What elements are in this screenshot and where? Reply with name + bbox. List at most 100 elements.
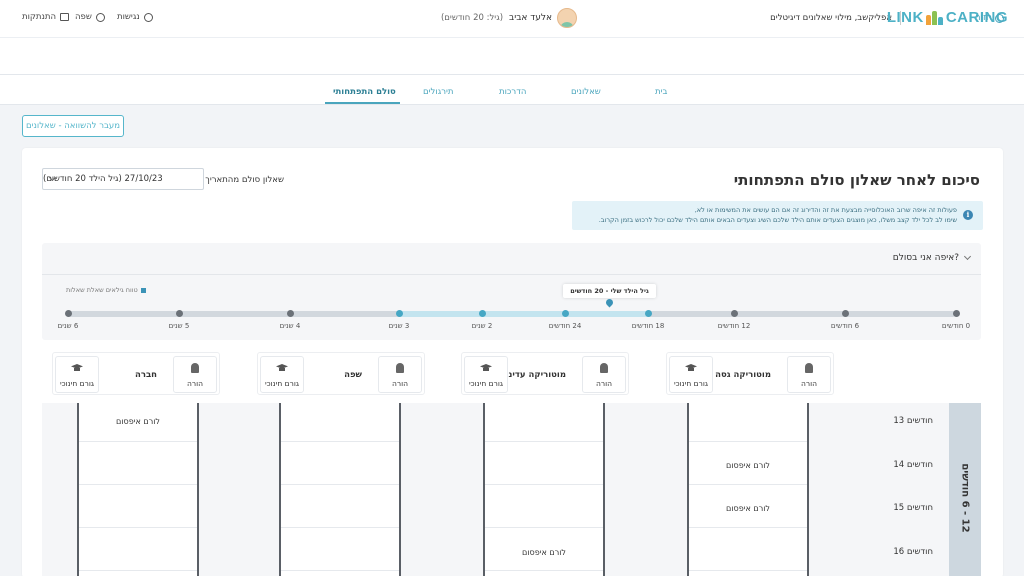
row-divider [689, 527, 807, 528]
educator-label: גורם חינוכי [265, 379, 299, 388]
age-scale-dot [286, 310, 294, 317]
info-line-1: פעולות זה איפה שרוב האוכלוסייה מבצעת את … [694, 206, 957, 214]
age-scale-dot [561, 310, 569, 317]
parent-label: הורה [595, 379, 613, 388]
questionnaire-select[interactable]: 27/10/23 (גיל הילד 20 חודשים) [42, 168, 204, 190]
row-divider [79, 527, 197, 528]
age-scale-dot [395, 310, 403, 317]
panel-divider [42, 274, 981, 275]
page-title: סיכום לאחר שאלון סולם התפתחותי [733, 171, 980, 189]
logout-link[interactable]: התנתקות [22, 12, 70, 22]
age-scale-tick-label: 6 חודשים [830, 322, 860, 330]
language-label: שפה [75, 12, 92, 22]
educator-label: גורם חינוכי [674, 379, 708, 388]
globe-icon [95, 12, 105, 22]
age-scale-dot [730, 310, 738, 317]
milestone-column: לורם איפסום [483, 403, 605, 576]
month-label: 14 חודשים [893, 460, 933, 470]
person-icon [598, 363, 610, 373]
area-name: מוטוריקה עדינה [502, 370, 566, 380]
row-divider [281, 484, 399, 485]
active-tab-indicator [325, 102, 400, 104]
parent-filter-button[interactable]: הורה [378, 356, 422, 393]
accessibility-icon [143, 12, 153, 22]
person-icon [394, 363, 406, 373]
language-link[interactable]: שפה [75, 12, 105, 22]
chevron-down-icon [963, 252, 972, 261]
graduation-cap-icon [685, 363, 697, 373]
educator-filter-button[interactable]: גורם חינוכי [464, 356, 508, 393]
area-card: הורה חברה גורם חינוכי [52, 352, 220, 395]
milestone-cell[interactable]: לורם איפסום [689, 461, 807, 470]
milestone-column [279, 403, 401, 576]
tab-development-scale[interactable]: סולם התפתחותי [333, 87, 396, 97]
info-banner: i פעולות זה איפה שרוב האוכלוסייה מבצעת א… [572, 201, 983, 230]
age-scale-tick-label: 0 חודשים [941, 322, 971, 330]
parent-filter-button[interactable]: הורה [173, 356, 217, 393]
age-scale-dot [175, 310, 183, 317]
row-divider [485, 441, 603, 442]
where-am-i-heading: איפה אני בסולם? [892, 253, 959, 263]
back-label: חזור [975, 13, 992, 23]
milestone-column: לורם איפסום לורם איפסום [687, 403, 809, 576]
educator-filter-button[interactable]: גורם חינוכי [55, 356, 99, 393]
educator-filter-button[interactable]: גורם חינוכי [669, 356, 713, 393]
row-divider [689, 441, 807, 442]
milestone-cell[interactable]: לורם איפסום [79, 417, 197, 426]
age-band-label: 12 - 6 חודשים [959, 463, 971, 533]
educator-label: גורם חינוכי [60, 379, 94, 388]
tab-home[interactable]: בית [655, 87, 667, 97]
user-bar [0, 38, 1024, 75]
month-label: 15 חודשים [893, 503, 933, 513]
back-link[interactable]: חזור [975, 13, 1004, 23]
compare-button[interactable]: מעבר להשוואה - שאלונים [22, 115, 124, 137]
age-scale-tick-label: 6 שנים [57, 322, 79, 330]
area-card: הורה מוטוריקה גסה גורם חינוכי [666, 352, 834, 395]
graduation-cap-icon [276, 363, 288, 373]
graduation-cap-icon [480, 363, 492, 373]
legend-label: טווח גילאים שאלת שאלות [66, 286, 138, 294]
child-age: (גיל: 20 חודשים) [440, 13, 504, 23]
tab-guides[interactable]: הדרכות [499, 87, 526, 97]
area-name: חברה [135, 370, 157, 380]
questionnaire-select-value: 27/10/23 (גיל הילד 20 חודשים) [43, 174, 163, 184]
milestone-cell[interactable]: לורם איפסום [689, 504, 807, 513]
milestone-cell[interactable]: לורם איפסום [485, 548, 603, 557]
parent-label: הורה [800, 379, 818, 388]
logo-text-link: LINK [886, 9, 924, 26]
questionnaire-date-label: שאלון סולם מהתאריך [205, 175, 284, 185]
row-divider [689, 570, 807, 571]
age-scale-dot [952, 310, 960, 317]
row-divider [79, 570, 197, 571]
row-divider [79, 484, 197, 485]
age-scale-dot [478, 310, 486, 317]
row-divider [281, 570, 399, 571]
child-info: אלעד אביב (גיל: 20 חודשים) [441, 13, 552, 23]
child-name: אלעד אביב [509, 13, 552, 23]
row-divider [485, 484, 603, 485]
logout-icon [60, 13, 70, 21]
avatar[interactable] [557, 8, 577, 28]
parent-filter-button[interactable]: הורה [582, 356, 626, 393]
age-scale-tick-label: 5 שנים [168, 322, 190, 330]
tab-questionnaires[interactable]: שאלונים [571, 87, 601, 97]
row-divider [689, 484, 807, 485]
milestone-column: לורם איפסום [77, 403, 199, 576]
parent-label: הורה [186, 379, 204, 388]
row-divider [281, 441, 399, 442]
row-divider [281, 527, 399, 528]
educator-label: גורם חינוכי [469, 379, 503, 388]
logout-label: התנתקות [22, 12, 57, 22]
legend-swatch [140, 287, 146, 293]
age-scale-tick-label: 12 חודשים [717, 322, 751, 330]
accessibility-link[interactable]: נגישות [117, 12, 153, 22]
back-arrow-icon [995, 13, 1004, 23]
parent-filter-button[interactable]: הורה [787, 356, 831, 393]
educator-filter-button[interactable]: גורם חינוכי [260, 356, 304, 393]
row-divider [485, 527, 603, 528]
where-am-i-toggle[interactable]: איפה אני בסולם? [892, 252, 972, 263]
tab-exercises[interactable]: תירגולים [423, 87, 453, 97]
info-icon: i [963, 210, 973, 220]
age-scale-tick-label: 18 חודשים [631, 322, 665, 330]
age-scale-tick-label: 24 חודשים [548, 322, 582, 330]
